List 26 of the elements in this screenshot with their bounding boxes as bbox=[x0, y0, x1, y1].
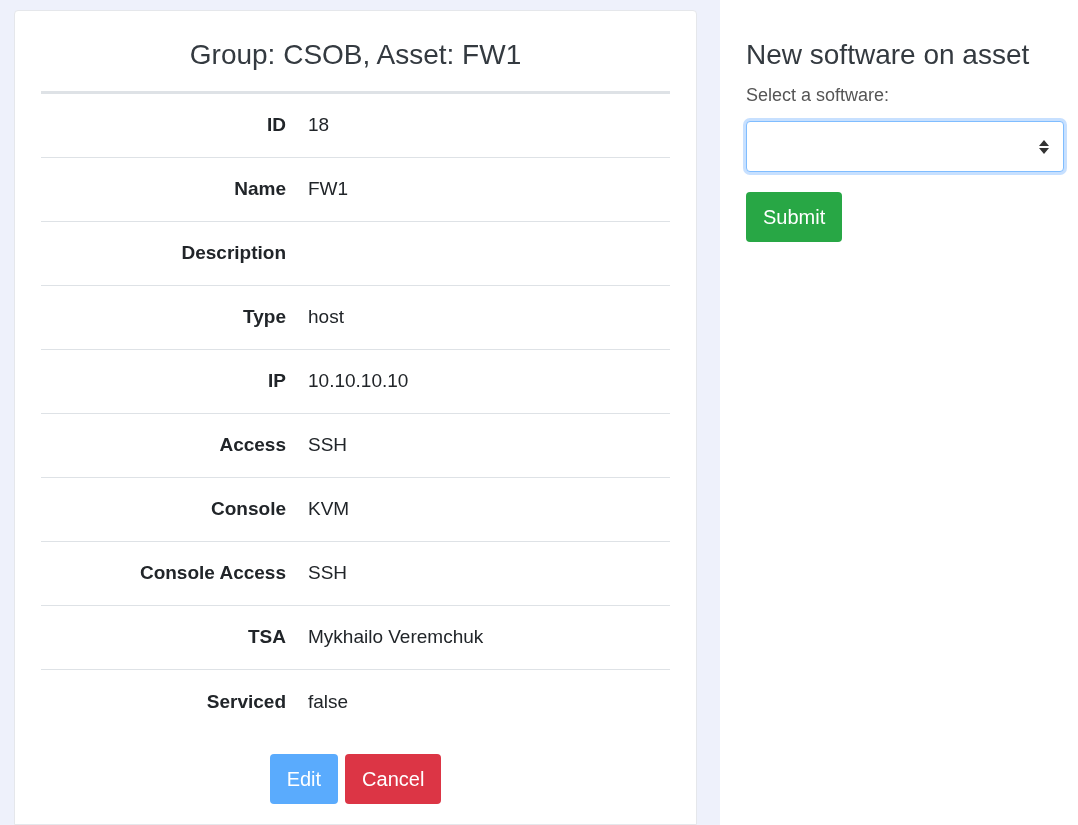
field-value: 18 bbox=[308, 113, 330, 138]
field-value: SSH bbox=[308, 433, 348, 458]
field-label: Description bbox=[180, 241, 286, 266]
sort-arrows-icon bbox=[1039, 139, 1049, 154]
field-label: Console bbox=[210, 497, 286, 522]
field-value: SSH bbox=[308, 561, 348, 586]
field-label: Select a software: bbox=[746, 84, 890, 107]
field-value: KVM bbox=[308, 497, 350, 522]
field-label: IP bbox=[267, 369, 286, 394]
cancel-button[interactable]: Cancel bbox=[345, 754, 442, 804]
field-label: Access bbox=[218, 433, 286, 458]
field-value: host bbox=[308, 305, 344, 330]
field-label: Serviced bbox=[205, 689, 286, 714]
field-value: false bbox=[308, 689, 349, 714]
field-label: TSA bbox=[247, 625, 286, 650]
field-value: Mykhailo Veremchuk bbox=[308, 625, 484, 650]
card-title: Group: CSOB, Asset: FW1 bbox=[189, 38, 522, 72]
field-label: ID bbox=[266, 113, 286, 138]
field-value: FW1 bbox=[308, 177, 349, 202]
submit-button[interactable]: Submit bbox=[746, 192, 843, 242]
field-value: 10.10.10.10 bbox=[308, 369, 409, 394]
form-title: New software on asset bbox=[746, 38, 1030, 72]
field-label: Type bbox=[242, 305, 286, 330]
field-label: Name bbox=[233, 177, 286, 202]
software-select[interactable] bbox=[746, 121, 1064, 172]
field-label: Console Access bbox=[138, 561, 286, 586]
